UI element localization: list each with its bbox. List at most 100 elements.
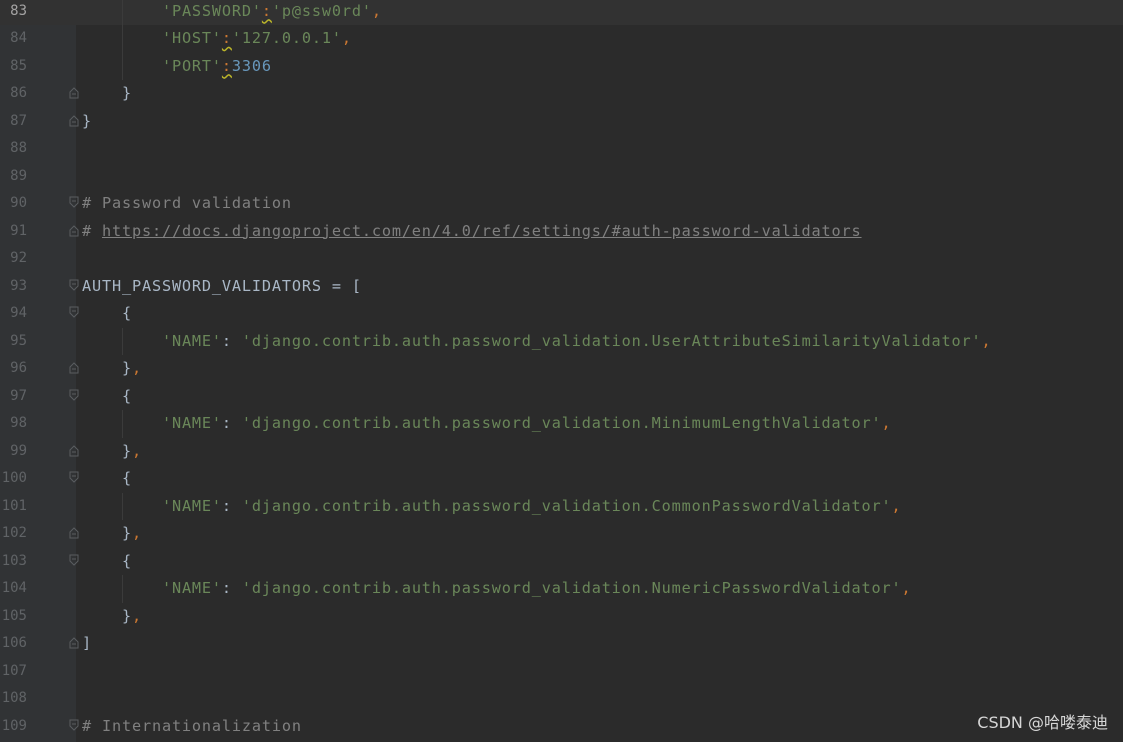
code-token: 'p@ssw0rd' — [271, 1, 372, 20]
code-token: 'NAME' — [161, 579, 222, 597]
code-line[interactable]: 94 { — [0, 300, 1123, 328]
line-number: 90 — [10, 195, 27, 211]
code-text: # Internationalization — [82, 716, 302, 736]
fold-end-icon[interactable] — [69, 361, 79, 374]
code-line[interactable]: 103 { — [0, 548, 1123, 576]
fold-end-icon[interactable] — [69, 86, 79, 99]
code-token: # Internationalization — [82, 716, 302, 735]
fold-end-icon[interactable] — [69, 636, 79, 649]
code-line[interactable]: 102 }, — [0, 520, 1123, 548]
indent-guide — [122, 410, 123, 438]
code-text: }, — [82, 441, 142, 461]
code-text: 'NAME': 'django.contrib.auth.password_va… — [82, 496, 902, 516]
fold-end-icon[interactable] — [69, 114, 79, 127]
line-number: 92 — [10, 250, 27, 266]
code-text: { — [82, 551, 132, 571]
code-line[interactable]: 100 { — [0, 465, 1123, 493]
line-number: 94 — [10, 305, 27, 321]
code-line[interactable]: 92 — [0, 245, 1123, 273]
code-line[interactable]: 99 }, — [0, 438, 1123, 466]
code-token: '127.0.0.1' — [231, 29, 342, 47]
code-token: 'NAME' — [161, 414, 222, 432]
line-number: 100 — [1, 470, 27, 486]
code-line[interactable]: 86 } — [0, 80, 1123, 108]
watermark: CSDN @哈喽泰迪 — [977, 713, 1108, 732]
code-text: { — [82, 303, 132, 323]
code-line[interactable]: 90 # Password validation — [0, 190, 1123, 218]
code-token: 3306 — [231, 56, 272, 75]
code-line[interactable]: 97 { — [0, 383, 1123, 411]
code-line[interactable]: 106] — [0, 630, 1123, 658]
code-text: # Password validation — [82, 193, 292, 213]
code-line[interactable]: 96 }, — [0, 355, 1123, 383]
code-line[interactable]: 87} — [0, 108, 1123, 136]
code-token: , — [131, 524, 142, 542]
line-number: 98 — [10, 415, 27, 431]
code-text: AUTH_PASSWORD_VALIDATORS = [ — [82, 276, 362, 296]
fold-end-icon[interactable] — [69, 526, 79, 539]
code-line[interactable]: 91 # https://docs.djangoproject.com/en/4.… — [0, 218, 1123, 246]
code-token: 'NAME' — [161, 331, 222, 350]
indent-guide — [122, 327, 123, 355]
code-token: , — [881, 414, 892, 432]
fold-collapse-icon[interactable] — [69, 196, 79, 209]
code-text: ] — [82, 633, 92, 653]
fold-collapse-icon[interactable] — [69, 306, 79, 319]
code-line[interactable]: 104 'NAME': 'django.contrib.auth.passwor… — [0, 575, 1123, 603]
code-token: AUTH_PASSWORD_VALIDATORS = [ — [82, 276, 362, 295]
line-number: 97 — [10, 387, 27, 404]
fold-end-icon[interactable] — [69, 224, 79, 237]
code-line[interactable]: 107 — [0, 658, 1123, 686]
code-line[interactable]: 88 — [0, 135, 1123, 163]
code-line[interactable]: 83 'PASSWORD':'p@ssw0rd', — [0, 0, 1123, 25]
code-line[interactable]: 84 'HOST':'127.0.0.1', — [0, 25, 1123, 53]
code-token: } — [82, 606, 132, 625]
code-line[interactable]: 108 — [0, 685, 1123, 713]
code-token: : — [221, 29, 232, 47]
code-token: : — [221, 579, 242, 597]
code-token: , — [131, 441, 142, 460]
code-text: } — [82, 83, 132, 103]
code-line[interactable]: 95 'NAME': 'django.contrib.auth.password… — [0, 328, 1123, 356]
code-line[interactable]: 109 # Internationalization — [0, 713, 1123, 741]
line-number: 104 — [1, 580, 27, 596]
code-line[interactable]: 89 — [0, 163, 1123, 191]
code-text: }, — [82, 606, 142, 626]
code-line[interactable]: 98 'NAME': 'django.contrib.auth.password… — [0, 410, 1123, 438]
code-text: 'NAME': 'django.contrib.auth.password_va… — [82, 413, 892, 433]
fold-end-icon[interactable] — [69, 444, 79, 457]
line-number: 93 — [10, 277, 27, 294]
code-token: } — [82, 359, 132, 377]
code-text: { — [82, 468, 132, 488]
code-token: 'HOST' — [161, 29, 222, 47]
fold-collapse-icon[interactable] — [69, 471, 79, 484]
code-token: 'django.contrib.auth.password_validation… — [241, 579, 902, 597]
line-number: 96 — [10, 360, 27, 376]
code-token[interactable]: https://docs.djangoproject.com/en/4.0/re… — [102, 222, 862, 240]
indent-guide — [122, 575, 123, 603]
code-text: }, — [82, 523, 142, 543]
code-line[interactable]: 105 }, — [0, 603, 1123, 631]
code-line[interactable]: 85 'PORT':3306 — [0, 53, 1123, 81]
code-token: 'NAME' — [161, 496, 222, 515]
code-editor[interactable]: 83 'PASSWORD':'p@ssw0rd', 84 'HOST':'127.… — [0, 0, 1123, 742]
line-number: 83 — [10, 2, 27, 19]
fold-collapse-icon[interactable] — [69, 279, 79, 292]
code-token: 'PORT' — [161, 56, 222, 75]
code-token: : — [221, 56, 232, 75]
line-number: 85 — [10, 57, 27, 74]
fold-collapse-icon[interactable] — [69, 554, 79, 567]
code-line[interactable]: 101 'NAME': 'django.contrib.auth.passwor… — [0, 493, 1123, 521]
fold-collapse-icon[interactable] — [69, 719, 79, 732]
code-token: } — [82, 84, 132, 102]
code-token: ] — [82, 634, 92, 652]
code-token: , — [891, 496, 902, 515]
line-number: 87 — [10, 112, 27, 129]
fold-collapse-icon[interactable] — [69, 389, 79, 402]
code-line[interactable]: 93 AUTH_PASSWORD_VALIDATORS = [ — [0, 273, 1123, 301]
code-token: { — [82, 469, 132, 487]
code-text: 'NAME': 'django.contrib.auth.password_va… — [82, 331, 991, 351]
code-token: } — [82, 524, 132, 542]
code-token: : — [221, 414, 242, 432]
code-token: : — [261, 1, 272, 20]
